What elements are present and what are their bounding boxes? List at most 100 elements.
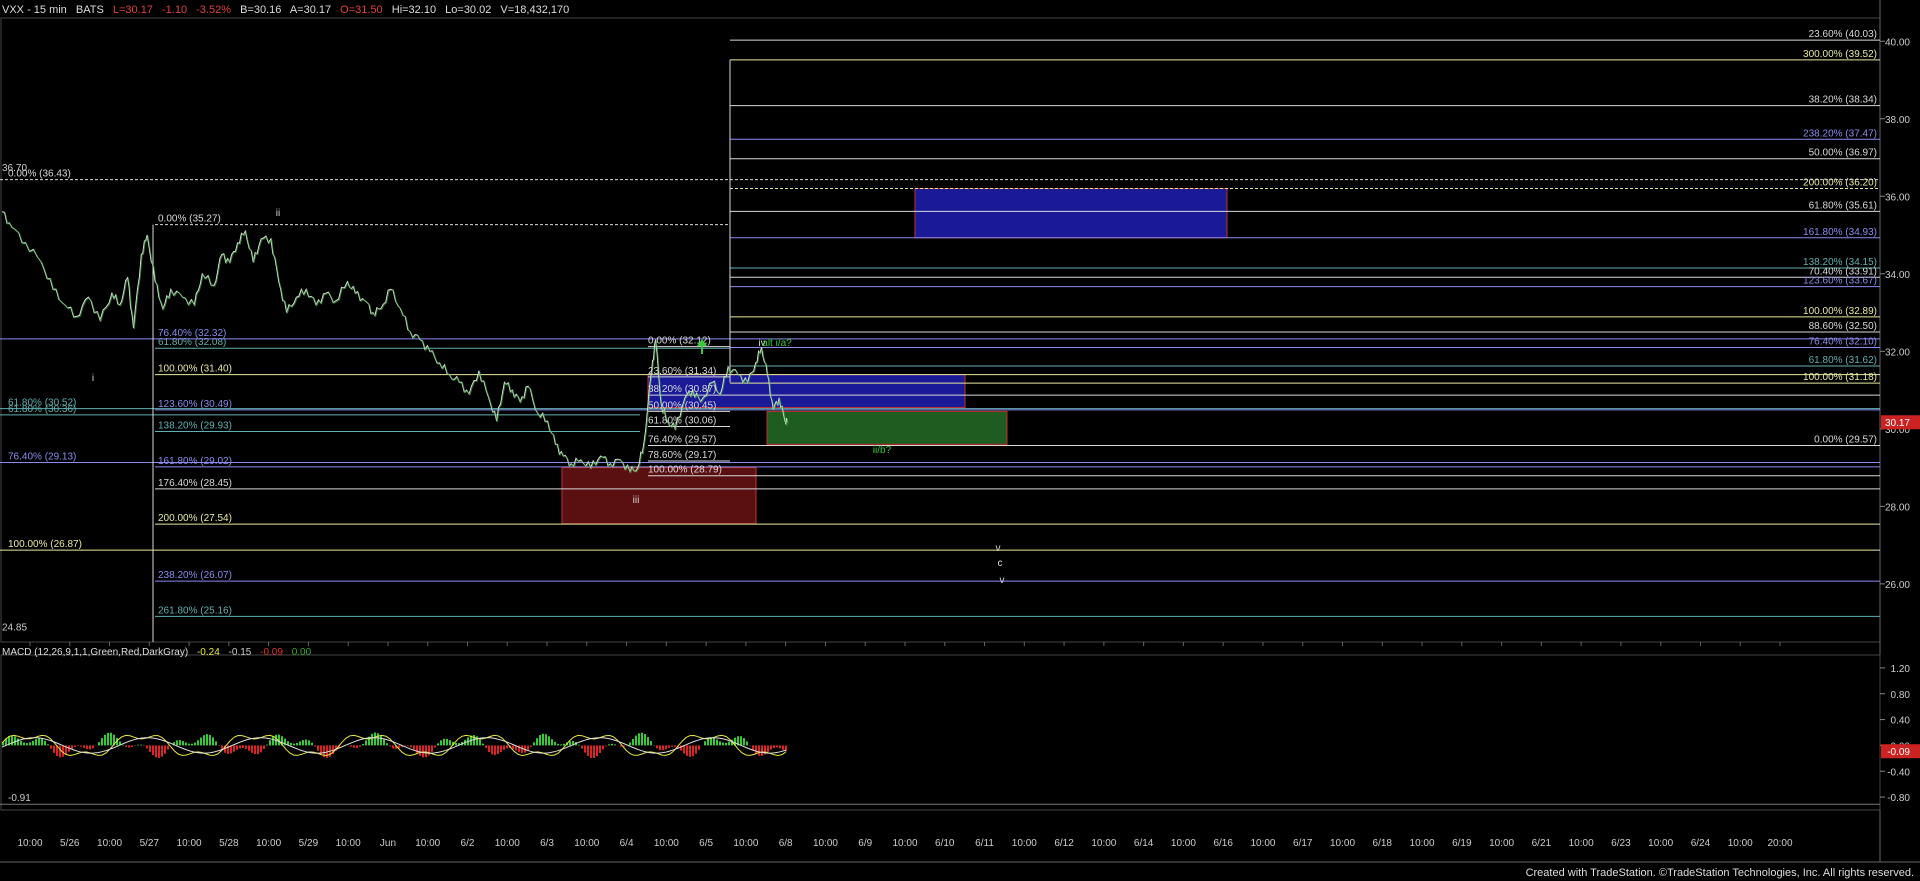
macd-histogram-bar <box>716 739 718 746</box>
macd-histogram-bar <box>89 745 91 750</box>
fib-level-label: 100.00% (28.79) <box>648 465 722 476</box>
macd-histogram-bar <box>143 745 145 746</box>
x-tick-label: 5/28 <box>219 838 239 849</box>
fib-level-label: 300.00% (39.52) <box>1803 49 1877 60</box>
macd-histogram-bar <box>635 735 637 746</box>
price-label: 36.70 <box>2 163 27 174</box>
macd-histogram-bar <box>440 740 442 746</box>
macd-histogram-bar <box>689 745 691 757</box>
y-tick-label: 36.00 <box>1885 192 1910 203</box>
macd-histogram-bar <box>695 745 697 754</box>
fib-level-label: 76.40% (29.57) <box>648 434 716 445</box>
macd-histogram-bar <box>662 745 664 751</box>
macd-histogram-bar <box>659 745 661 751</box>
x-tick-label: Jun <box>380 838 396 849</box>
macd-histogram-bar <box>449 740 451 746</box>
fib-level-label: 78.60% (29.17) <box>648 450 716 461</box>
fib-level-label: 0.00% (29.57) <box>1814 434 1877 445</box>
y-tick-label: 34.00 <box>1885 270 1910 281</box>
macd-value-1: -0.24 <box>196 647 220 658</box>
macd-panel-frame <box>0 654 1881 811</box>
fib-level-label: 238.20% (26.07) <box>158 570 232 581</box>
macd-histogram-bar <box>590 745 592 758</box>
y-tick-label: 40.00 <box>1885 37 1910 48</box>
macd-histogram-bar <box>92 745 94 749</box>
macd-histogram-bar <box>383 739 385 746</box>
macd-histogram-bar <box>725 742 727 746</box>
macd-histogram-bar <box>242 745 244 749</box>
macd-histogram-bar <box>29 742 31 746</box>
macd-histogram-bar <box>188 743 190 746</box>
footer-credit: Created with TradeStation. ©TradeStation… <box>1525 867 1914 879</box>
macd-histogram-bar <box>425 745 427 758</box>
fib-level-label: 100.00% (26.87) <box>8 539 82 550</box>
upper-blue-zone <box>914 188 1228 239</box>
macd-histogram-bar <box>356 745 358 748</box>
x-tick-label: 6/5 <box>699 838 713 849</box>
macd-tick-label: 1.20 <box>1891 664 1911 675</box>
fib-level-label: 0.00% (35.27) <box>158 214 221 225</box>
x-tick-label: 5/27 <box>140 838 160 849</box>
macd-histogram-bar <box>482 743 484 746</box>
macd-histogram-bar <box>755 745 757 754</box>
macd-histogram-bar <box>455 742 457 746</box>
macd-histogram-bar <box>83 745 85 748</box>
macd-histogram-bar <box>578 744 580 746</box>
x-tick-label: 6/18 <box>1373 838 1393 849</box>
macd-histogram-bar <box>215 741 217 746</box>
macd-histogram-bar <box>251 745 253 753</box>
macd-histogram-bar <box>200 737 202 746</box>
macd-histogram-bar <box>38 738 40 746</box>
macd-histogram-bar <box>26 743 28 746</box>
macd-histogram-bar <box>299 741 301 746</box>
fib-level-label: 38.20% (38.34) <box>1809 95 1877 106</box>
macd-histogram-bar <box>560 744 562 746</box>
macd-histogram-bar <box>149 745 151 752</box>
macd-histogram-bar <box>779 745 781 749</box>
macd-histogram-bar <box>692 745 694 757</box>
x-tick-label: 6/8 <box>779 838 793 849</box>
macd-histogram-bar <box>608 744 610 746</box>
macd-histogram-bar <box>212 737 214 746</box>
x-tick-label: 10:00 <box>733 838 758 849</box>
x-tick-label: 10:00 <box>813 838 838 849</box>
macd-histogram-bar <box>587 745 589 756</box>
macd-histogram-bar <box>776 745 778 748</box>
macd-histogram-bar <box>86 745 88 750</box>
x-tick-label: 20:00 <box>1767 838 1792 849</box>
macd-histogram-bar <box>758 745 760 756</box>
macd-histogram-bar <box>11 735 13 746</box>
x-tick-label: 6/2 <box>461 838 475 849</box>
macd-histogram-bar <box>557 743 559 746</box>
macd-histogram-bar <box>71 745 73 749</box>
macd-histogram-bar <box>74 745 76 747</box>
macd-histogram-bar <box>641 732 643 746</box>
macd-histogram-bar <box>446 738 448 746</box>
macd-histogram-bar <box>59 745 61 758</box>
macd-histogram-bar <box>35 739 37 746</box>
macd-histogram-bar <box>239 745 241 749</box>
macd-histogram-bar <box>317 745 319 751</box>
macd-histogram-bar <box>422 745 424 758</box>
macd-histogram-bar <box>740 736 742 746</box>
macd-histogram-bar <box>371 733 373 746</box>
x-tick-label: 10:00 <box>97 838 122 849</box>
macd-histogram-bar <box>380 735 382 746</box>
macd-histogram-bar <box>263 745 265 750</box>
macd-histogram-bar <box>122 744 124 746</box>
macd-histogram-bar <box>77 745 79 747</box>
wave-label: c <box>998 558 1003 569</box>
macd-histogram-bar <box>614 744 616 746</box>
x-tick-label: 10:00 <box>1410 838 1435 849</box>
macd-histogram-bar <box>389 745 391 747</box>
x-tick-label: 10:00 <box>1330 838 1355 849</box>
wave-label: alt i/a? <box>762 338 792 349</box>
macd-histogram-bar <box>209 734 211 746</box>
price-chart[interactable]: 40.0038.0036.0034.0032.0030.0028.0026.00… <box>0 0 1920 881</box>
x-tick-label: 10:00 <box>177 838 202 849</box>
macd-histogram-bar <box>536 738 538 746</box>
macd-histogram-bar <box>506 745 508 749</box>
fib-level-label: 161.80% (29.02) <box>158 456 232 467</box>
macd-histogram-bar <box>497 745 499 755</box>
macd-histogram-bar <box>728 741 730 746</box>
